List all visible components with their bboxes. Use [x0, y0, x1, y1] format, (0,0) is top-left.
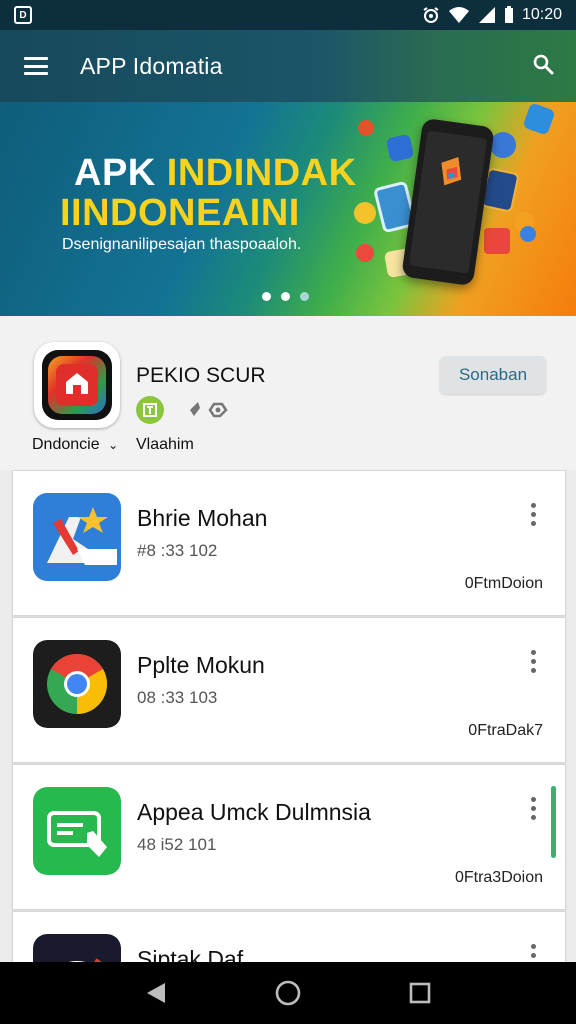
app-name: Bhrie Mohan [137, 505, 268, 531]
app-meta: #8 :33 102 [137, 541, 218, 560]
app-tile-icon [490, 132, 516, 158]
chevron-down-icon: ⌄ [108, 438, 119, 452]
app-developer: 0FtraDak7 [468, 722, 543, 739]
search-icon[interactable] [532, 53, 554, 80]
more-options-icon[interactable] [531, 503, 537, 526]
featured-app-title: PEKIO SCUR [136, 364, 266, 387]
region-label: Dndoncie [32, 436, 100, 453]
app-tile-icon [356, 244, 374, 262]
app-tile-icon [520, 226, 536, 242]
region-dropdown[interactable]: Dndoncie ⌄ [32, 436, 118, 454]
navigation-bar [0, 962, 576, 1024]
carousel-dot[interactable] [300, 292, 309, 301]
featured-action-button[interactable]: Sonaban [440, 356, 546, 394]
app-tile-icon [484, 228, 510, 254]
photo-app-icon [33, 493, 121, 581]
carousel-dot[interactable] [262, 292, 271, 301]
menu-icon[interactable] [22, 54, 50, 78]
app-developer: 0FtmDoion [464, 575, 543, 592]
app-meta: 48 i52 101 [137, 835, 217, 854]
app-tile-icon [522, 102, 556, 136]
featured-app-label: Vlaahim [136, 436, 194, 453]
status-icons: 10:20 [422, 6, 562, 24]
wifi-icon [448, 7, 469, 23]
carousel-dots [262, 292, 309, 301]
status-bar: D 10:20 [0, 0, 576, 30]
app-tile-icon [358, 120, 374, 136]
featured-app-icon[interactable] [34, 342, 120, 428]
list-item[interactable]: Appea Umck Dulmnsia 48 i52 101 0Ftra3Doi… [12, 764, 566, 910]
chrome-icon [33, 640, 121, 728]
alarm-icon [423, 7, 439, 23]
recents-icon[interactable] [400, 973, 440, 1013]
verified-badge-icon [136, 396, 164, 424]
app-bar: APP Idomatia [0, 30, 576, 102]
app-name: Pplte Mokun [137, 652, 265, 678]
carousel-dot[interactable] [281, 292, 290, 301]
app-tile-icon [385, 133, 415, 163]
banner-headline-2: IINDONEAINI [60, 192, 300, 234]
share-icon[interactable] [186, 400, 230, 420]
featured-badges [136, 396, 230, 424]
phone-illustration [401, 117, 495, 287]
banner-subtitle: Dsenignanilipesajan thaspoaaloh. [62, 236, 302, 253]
list-item[interactable]: Bhrie Mohan #8 :33 102 0FtmDoion [12, 470, 566, 616]
signal-icon [478, 7, 495, 23]
more-options-icon[interactable] [531, 797, 537, 820]
notification-icon: D [14, 6, 32, 24]
app-title: APP Idomatia [80, 52, 223, 79]
back-icon[interactable] [136, 973, 176, 1013]
status-time: 10:20 [521, 6, 562, 23]
app-name: Appea Umck Dulmnsia [137, 799, 371, 825]
card-tap-icon [33, 787, 121, 875]
featured-app-section: PEKIO SCUR Dndoncie ⌄ Vlaahim Sonaban [0, 316, 576, 470]
app-meta: 08 :33 103 [137, 688, 218, 707]
app-tile-icon [354, 202, 376, 224]
scrollbar[interactable] [551, 786, 556, 858]
banner-headline-1: APK INDINDAK [74, 152, 357, 194]
battery-icon [504, 6, 513, 23]
list-item[interactable]: Pplte Mokun 08 :33 103 0FtraDak7 [12, 617, 566, 763]
home-icon[interactable] [268, 973, 308, 1013]
promo-banner[interactable]: APK INDINDAK IINDONEAINI Dsenignanilipes… [0, 102, 576, 316]
more-options-icon[interactable] [531, 650, 537, 673]
app-developer: 0Ftra3Doion [454, 869, 543, 886]
